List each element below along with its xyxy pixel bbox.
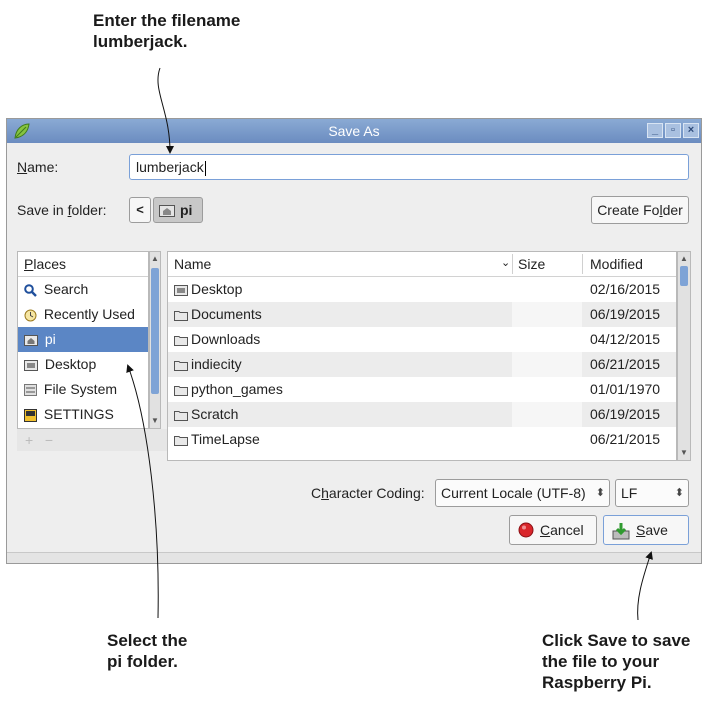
place-item-search[interactable]: Search xyxy=(18,277,148,302)
places-add-remove: + − xyxy=(17,429,187,451)
place-item-recently-used[interactable]: Recently Used xyxy=(18,302,148,327)
add-place-button[interactable]: + xyxy=(25,432,33,448)
line-ending-select[interactable]: LF ⬍ xyxy=(615,479,689,507)
column-divider xyxy=(582,254,583,274)
filename-input[interactable]: lumberjack xyxy=(129,154,689,180)
dialog-bottom-edge xyxy=(7,552,701,563)
folder-icon xyxy=(174,336,188,347)
text-caret xyxy=(204,160,206,176)
minimize-icon[interactable]: _ xyxy=(647,123,663,138)
folder-icon xyxy=(174,361,188,372)
file-list: Name ⌄ Size Modified Desktop 02/16/2015 … xyxy=(167,251,677,461)
column-modified[interactable]: Modified xyxy=(590,256,643,272)
cancel-icon xyxy=(518,522,534,538)
desktop-folder-icon xyxy=(24,360,38,372)
character-coding-label: Character Coding: xyxy=(311,485,425,501)
file-list-scroll-thumb[interactable] xyxy=(680,266,688,286)
file-list-header: Name ⌄ Size Modified xyxy=(168,252,676,277)
usb-drive-icon xyxy=(24,408,37,422)
folder-icon xyxy=(174,436,188,447)
file-list-scrollbar[interactable]: ▲ ▼ xyxy=(677,251,691,461)
close-icon[interactable]: × xyxy=(683,123,699,138)
column-name[interactable]: Name xyxy=(174,256,211,272)
places-scroll-thumb[interactable] xyxy=(151,268,159,394)
maximize-icon[interactable]: ▫ xyxy=(665,123,681,138)
place-item-desktop[interactable]: Desktop xyxy=(18,352,148,377)
file-row-desktop[interactable]: Desktop 02/16/2015 xyxy=(168,277,676,302)
file-row-scratch[interactable]: Scratch 06/19/2015 xyxy=(168,402,676,427)
filename-value: lumberjack xyxy=(136,159,204,175)
column-size[interactable]: Size xyxy=(518,256,545,272)
character-coding-select[interactable]: Current Locale (UTF-8) ⬍ xyxy=(435,479,610,507)
search-icon xyxy=(24,283,37,297)
spinner-arrows-icon: ⬍ xyxy=(595,487,605,499)
file-row-indiecity[interactable]: indiecity 06/21/2015 xyxy=(168,352,676,377)
column-divider xyxy=(512,254,513,274)
drive-icon xyxy=(24,384,37,397)
places-header: Places xyxy=(18,252,148,277)
annotation-enter-filename: Enter the filename lumberjack. xyxy=(93,11,241,51)
place-item-settings[interactable]: SETTINGS xyxy=(18,402,148,427)
path-crumb-pi[interactable]: pi xyxy=(153,197,203,223)
place-item-file-system[interactable]: File System xyxy=(18,377,148,402)
place-item-pi[interactable]: pi xyxy=(18,327,148,352)
save-download-icon xyxy=(612,523,630,540)
scroll-up-icon[interactable]: ▲ xyxy=(150,253,160,265)
path-back-button[interactable]: < xyxy=(129,197,151,223)
save-as-dialog: Save As _ ▫ × Name: lumberjack Save in f… xyxy=(6,118,702,564)
save-button[interactable]: Save xyxy=(603,515,689,545)
places-scrollbar[interactable]: ▲ ▼ xyxy=(149,251,161,429)
save-in-folder-label: Save in folder: xyxy=(17,202,107,218)
file-row-timelapse[interactable]: TimeLapse 06/21/2015 xyxy=(168,427,676,452)
cancel-button[interactable]: Cancel xyxy=(509,515,597,545)
scroll-up-icon[interactable]: ▲ xyxy=(679,253,689,265)
file-row-python-games[interactable]: python_games 01/01/1970 xyxy=(168,377,676,402)
scroll-down-icon[interactable]: ▼ xyxy=(679,447,689,459)
name-label: Name: xyxy=(17,159,59,175)
create-folder-button[interactable]: Create Folder xyxy=(591,196,689,224)
folder-icon xyxy=(174,311,188,322)
scroll-down-icon[interactable]: ▼ xyxy=(150,415,160,427)
spinner-arrows-icon: ⬍ xyxy=(674,487,684,499)
remove-place-button[interactable]: − xyxy=(45,432,53,448)
folder-icon xyxy=(174,386,188,397)
annotation-click-save: Click Save to save the file to your Rasp… xyxy=(542,631,691,692)
file-rows: Desktop 02/16/2015 Documents 06/19/2015 … xyxy=(168,277,676,452)
annotation-select-pi: Select the pi folder. xyxy=(107,631,188,671)
dialog-title: Save As xyxy=(328,123,380,139)
folder-icon xyxy=(174,411,188,422)
sort-chevron-icon[interactable]: ⌄ xyxy=(501,256,510,269)
file-row-documents[interactable]: Documents 06/19/2015 xyxy=(168,302,676,327)
home-folder-icon xyxy=(24,335,38,347)
title-bar[interactable]: Save As _ ▫ × xyxy=(7,119,701,143)
file-row-downloads[interactable]: Downloads 04/12/2015 xyxy=(168,327,676,352)
places-panel: Places Search Recently Used pi Desktop F… xyxy=(17,251,149,429)
home-folder-icon xyxy=(159,205,175,217)
desktop-folder-icon xyxy=(174,285,188,297)
clock-icon xyxy=(24,309,37,322)
